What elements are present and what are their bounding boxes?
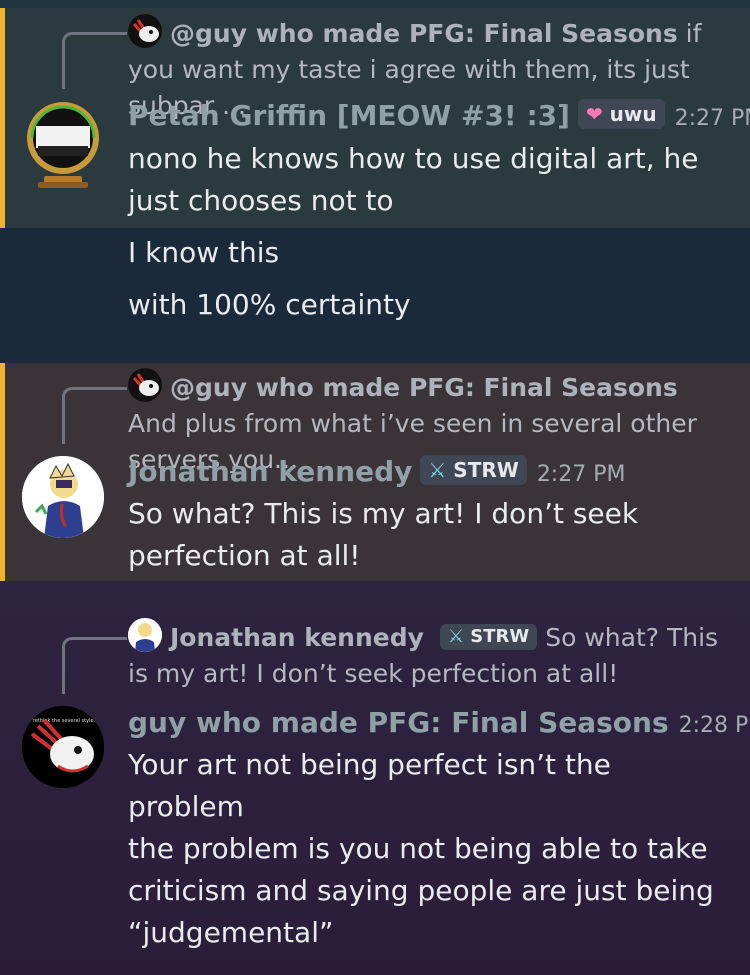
mention-highlight-bar — [0, 363, 5, 581]
username[interactable]: Jonathan kennedy — [128, 455, 412, 488]
top-strip — [0, 0, 750, 8]
role-tag-label: uwu — [609, 102, 657, 126]
message-header: Jonathan kennedy ⚔ STRW 2:27 PM — [128, 452, 625, 495]
reply-connector — [62, 32, 127, 89]
reply-author[interactable]: @guy who made PFG: Final Seasons — [170, 373, 678, 402]
avatar[interactable] — [22, 456, 104, 538]
avatar-caption: i rethink the several styles — [30, 718, 97, 724]
avatar — [128, 618, 162, 652]
sword-icon: ⚔ — [447, 626, 465, 647]
avatar[interactable]: i rethink the several styles — [22, 706, 104, 788]
avatar[interactable] — [20, 96, 106, 190]
reply-connector — [62, 387, 127, 444]
role-tag[interactable]: ⚔ STRW — [420, 455, 527, 485]
avatar — [128, 14, 162, 48]
message-text: So what? This is my art! I don’t seek pe… — [128, 497, 639, 572]
role-tag-label: STRW — [470, 626, 530, 647]
message-text: Your art not being perfect isn’t the pro… — [128, 748, 611, 823]
username[interactable]: guy who made PFG: Final Seasons — [128, 706, 669, 739]
reply-connector — [62, 637, 127, 694]
message-text: the problem is you not being able to tak… — [128, 832, 714, 949]
timestamp: 2:27 PM — [674, 106, 750, 131]
reply-author[interactable]: @guy who made PFG: Final Seasons — [170, 19, 678, 48]
timestamp: 2:28 PM — [678, 713, 750, 738]
role-tag[interactable]: ❤ uwu — [577, 99, 665, 129]
message-text: with 100% certainty — [128, 288, 411, 321]
timestamp: 2:27 PM — [536, 462, 626, 487]
message-header: guy who made PFG: Final Seasons 2:28 PM — [128, 703, 750, 746]
sword-icon: ⚔ — [428, 458, 447, 482]
message-header: Petah Griffin [MEOW #3! :3]❤ uwu2:27 PM — [128, 96, 750, 139]
reply-author[interactable]: Jonathan kennedy — [170, 623, 424, 652]
reply-preview[interactable]: Jonathan kennedy ⚔ STRW So what? This is… — [128, 618, 726, 692]
heart-icon: ❤ — [585, 102, 603, 126]
role-tag[interactable]: ⚔ STRW — [439, 624, 538, 650]
avatar — [128, 368, 162, 402]
mention-highlight-bar — [0, 8, 5, 228]
role-tag-label: STRW — [453, 458, 519, 482]
username[interactable]: Petah Griffin [MEOW #3! :3] — [128, 99, 570, 132]
message-text: nono he knows how to use digital art, he… — [128, 142, 699, 217]
message-text: I know this — [128, 236, 280, 269]
